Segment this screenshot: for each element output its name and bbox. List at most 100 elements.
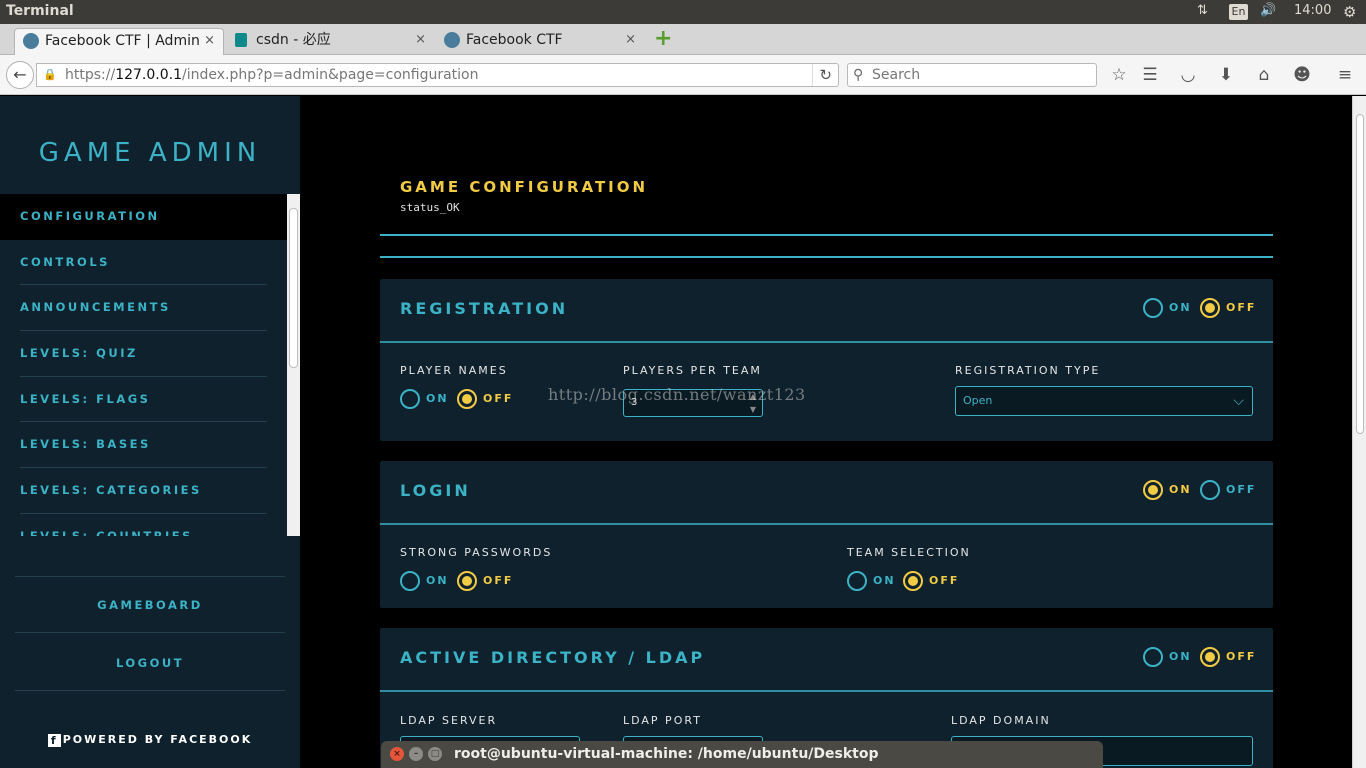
active-app-title: Terminal <box>6 3 74 19</box>
registration-type-select[interactable]: Open ⌵ <box>955 386 1253 416</box>
radio-label: OFF <box>1226 301 1257 314</box>
sidebar-item-levels-bases[interactable]: LEVELS: BASES <box>20 422 267 469</box>
tab-facebook-ctf-admin[interactable]: Facebook CTF | Admin × <box>14 28 224 55</box>
status-text: status_OK <box>400 201 460 214</box>
section-title: LOGIN <box>400 481 471 500</box>
browser-nav-bar: ← 🔒 https://127.0.0.1/index.php?p=admin&… <box>0 55 1366 95</box>
network-icon[interactable]: ⇅ <box>1197 3 1208 18</box>
radio-circle <box>1143 647 1163 667</box>
radio-circle <box>400 571 420 591</box>
divider <box>380 234 1273 236</box>
close-window-button[interactable]: × <box>390 747 404 761</box>
player-names-label: PLAYER NAMES <box>400 364 508 377</box>
powered-by-facebook[interactable]: f POWERED BY FACEBOOK <box>0 733 300 747</box>
terminal-title: root@ubuntu-virtual-machine: /home/ubunt… <box>454 746 879 762</box>
new-tab-button[interactable]: + <box>654 28 672 50</box>
volume-icon[interactable]: 🔊 <box>1260 3 1276 18</box>
bookmark-star-icon[interactable]: ☆ <box>1108 64 1130 86</box>
clock[interactable]: 14:00 <box>1294 3 1331 18</box>
keyboard-layout-indicator[interactable]: En <box>1229 4 1248 20</box>
search-icon: ⚲ <box>853 67 864 83</box>
close-tab-icon[interactable]: × <box>204 29 215 53</box>
chat-icon[interactable]: ☻ <box>1291 64 1313 86</box>
powered-label: POWERED BY FACEBOOK <box>62 733 253 746</box>
tab-facebook-ctf[interactable]: Facebook CTF × <box>436 28 644 55</box>
sidebar-item-controls[interactable]: CONTROLS <box>20 240 267 286</box>
sidebar-item-levels-flags[interactable]: LEVELS: FLAGS <box>20 377 267 423</box>
watermark-text: http://blog.csdn.net/wanzt123 <box>548 385 806 404</box>
players-per-team-label: PLAYERS PER TEAM <box>623 364 762 377</box>
login-section: LOGIN ON OFF STRONG PASSWORDS ON OFF TEA… <box>380 461 1273 608</box>
section-divider <box>380 690 1273 692</box>
section-divider <box>380 523 1273 525</box>
radio-circle <box>457 571 477 591</box>
menu-icon[interactable]: ≡ <box>1334 64 1356 86</box>
maximize-window-button[interactable]: □ <box>428 747 442 761</box>
radio-circle <box>1143 480 1163 500</box>
logout-link[interactable]: LOGOUT <box>15 656 285 670</box>
web-page: GAME ADMIN CONFIGURATION CONTROLS ANNOUN… <box>0 96 1352 768</box>
player-names-toggle: ON OFF <box>400 389 520 409</box>
radio-label: OFF <box>1226 650 1257 663</box>
section-title: REGISTRATION <box>400 299 569 318</box>
tab-label: csdn - 必应 <box>256 32 331 48</box>
lock-icon: 🔒 <box>43 68 57 81</box>
radio-circle <box>457 389 477 409</box>
ldap-port-label: LDAP PORT <box>623 714 702 727</box>
registration-section: REGISTRATION ON OFF PLAYER NAMES ON OFF … <box>380 279 1273 441</box>
registration-type-label: REGISTRATION TYPE <box>955 364 1101 377</box>
sidebar-item-announcements[interactable]: ANNOUNCEMENTS <box>20 285 267 332</box>
radio-label: ON <box>1169 301 1192 314</box>
radio-label: ON <box>426 392 449 405</box>
page-title: GAME CONFIGURATION <box>400 178 649 196</box>
tab-label: Facebook CTF <box>466 32 563 48</box>
minimize-window-button[interactable]: – <box>409 747 423 761</box>
ldap-server-label: LDAP SERVER <box>400 714 498 727</box>
sidebar-item-levels-quiz[interactable]: LEVELS: QUIZ <box>20 331 267 377</box>
settings-gear-icon[interactable]: ⚙ <box>1343 3 1356 21</box>
url-bar[interactable]: 🔒 https://127.0.0.1/index.php?p=admin&pa… <box>36 63 839 87</box>
close-tab-icon[interactable]: × <box>625 28 636 52</box>
download-icon[interactable]: ⬇ <box>1215 64 1237 86</box>
ldap-domain-label: LDAP DOMAIN <box>951 714 1051 727</box>
browser-tab-strip: Facebook CTF | Admin × csdn - 必应 × Faceb… <box>0 24 1366 55</box>
menu-scrollbar[interactable] <box>287 194 300 536</box>
home-icon[interactable]: ⌂ <box>1253 64 1275 86</box>
radio-label: OFF <box>1226 483 1257 496</box>
divider <box>15 632 285 633</box>
radio-label: ON <box>1169 650 1192 663</box>
radio-label: ON <box>1169 483 1192 496</box>
terminal-window[interactable]: × – □ root@ubuntu-virtual-machine: /home… <box>381 741 1103 768</box>
tab-label: Facebook CTF | Admin <box>45 33 200 49</box>
divider <box>15 576 285 577</box>
registration-type-value: Open <box>963 394 993 407</box>
back-button[interactable]: ← <box>6 61 34 89</box>
close-tab-icon[interactable]: × <box>415 28 426 52</box>
search-placeholder: Search <box>872 67 921 83</box>
globe-icon <box>23 33 39 49</box>
sidebar-item-levels-categories[interactable]: LEVELS: CATEGORIES <box>20 468 267 514</box>
radio-circle <box>1200 298 1220 318</box>
tab-csdn-bing[interactable]: csdn - 必应 × <box>226 28 434 55</box>
team-selection-label: TEAM SELECTION <box>847 546 971 559</box>
sidebar-item-configuration[interactable]: CONFIGURATION <box>0 194 287 240</box>
sidebar-item-levels-countries[interactable]: LEVELS: COUNTRIES <box>20 514 267 536</box>
search-input[interactable]: ⚲ Search <box>847 63 1097 87</box>
scrollbar-thumb[interactable] <box>1356 114 1364 434</box>
scrollbar-thumb[interactable] <box>289 208 298 368</box>
radio-label: ON <box>426 574 449 587</box>
divider <box>380 256 1273 258</box>
radio-circle <box>1143 298 1163 318</box>
admin-sidebar: GAME ADMIN CONFIGURATION CONTROLS ANNOUN… <box>0 96 300 768</box>
gameboard-link[interactable]: GAMEBOARD <box>15 598 285 612</box>
pocket-icon[interactable]: ◡ <box>1177 64 1199 86</box>
reading-list-icon[interactable]: ☰ <box>1139 64 1161 86</box>
facebook-icon: f <box>47 734 61 747</box>
radio-circle <box>847 571 867 591</box>
page-scrollbar[interactable] <box>1352 96 1366 768</box>
reload-icon[interactable]: ↻ <box>812 64 832 86</box>
bing-icon <box>235 33 247 47</box>
radio-label: OFF <box>929 574 960 587</box>
radio-circle <box>903 571 923 591</box>
section-divider <box>380 341 1273 343</box>
